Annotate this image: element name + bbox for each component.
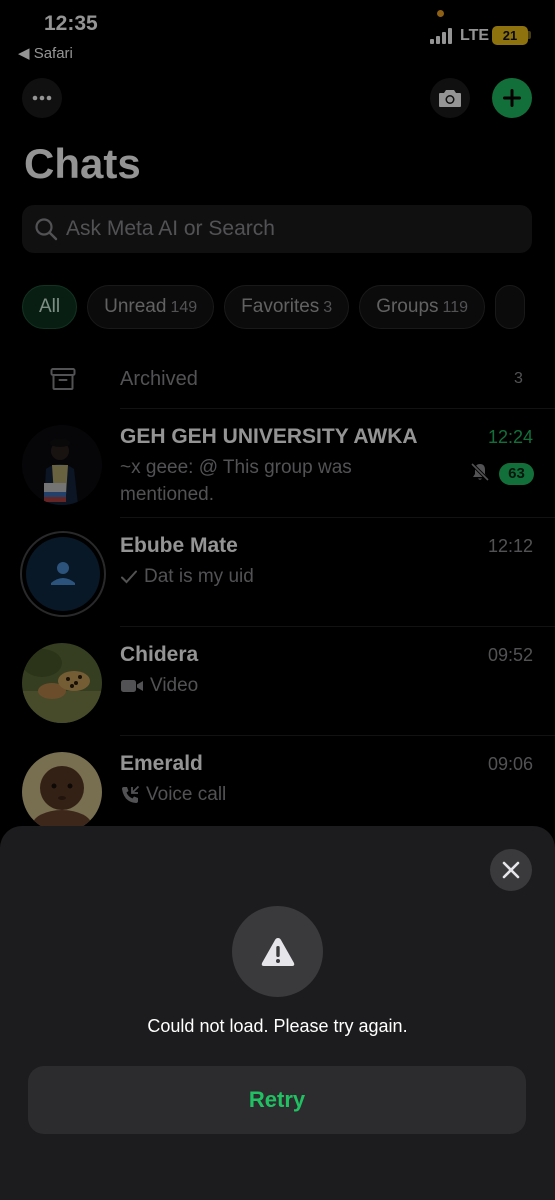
error-message: Could not load. Please try again. <box>147 1016 408 1036</box>
warning-icon <box>261 937 294 966</box>
close-button[interactable] <box>490 849 532 891</box>
error-sheet: Could not load. Please try again. Retry <box>0 826 555 1200</box>
warning-badge <box>232 906 323 997</box>
close-icon <box>502 861 520 879</box>
retry-button[interactable]: Retry <box>28 1066 526 1134</box>
